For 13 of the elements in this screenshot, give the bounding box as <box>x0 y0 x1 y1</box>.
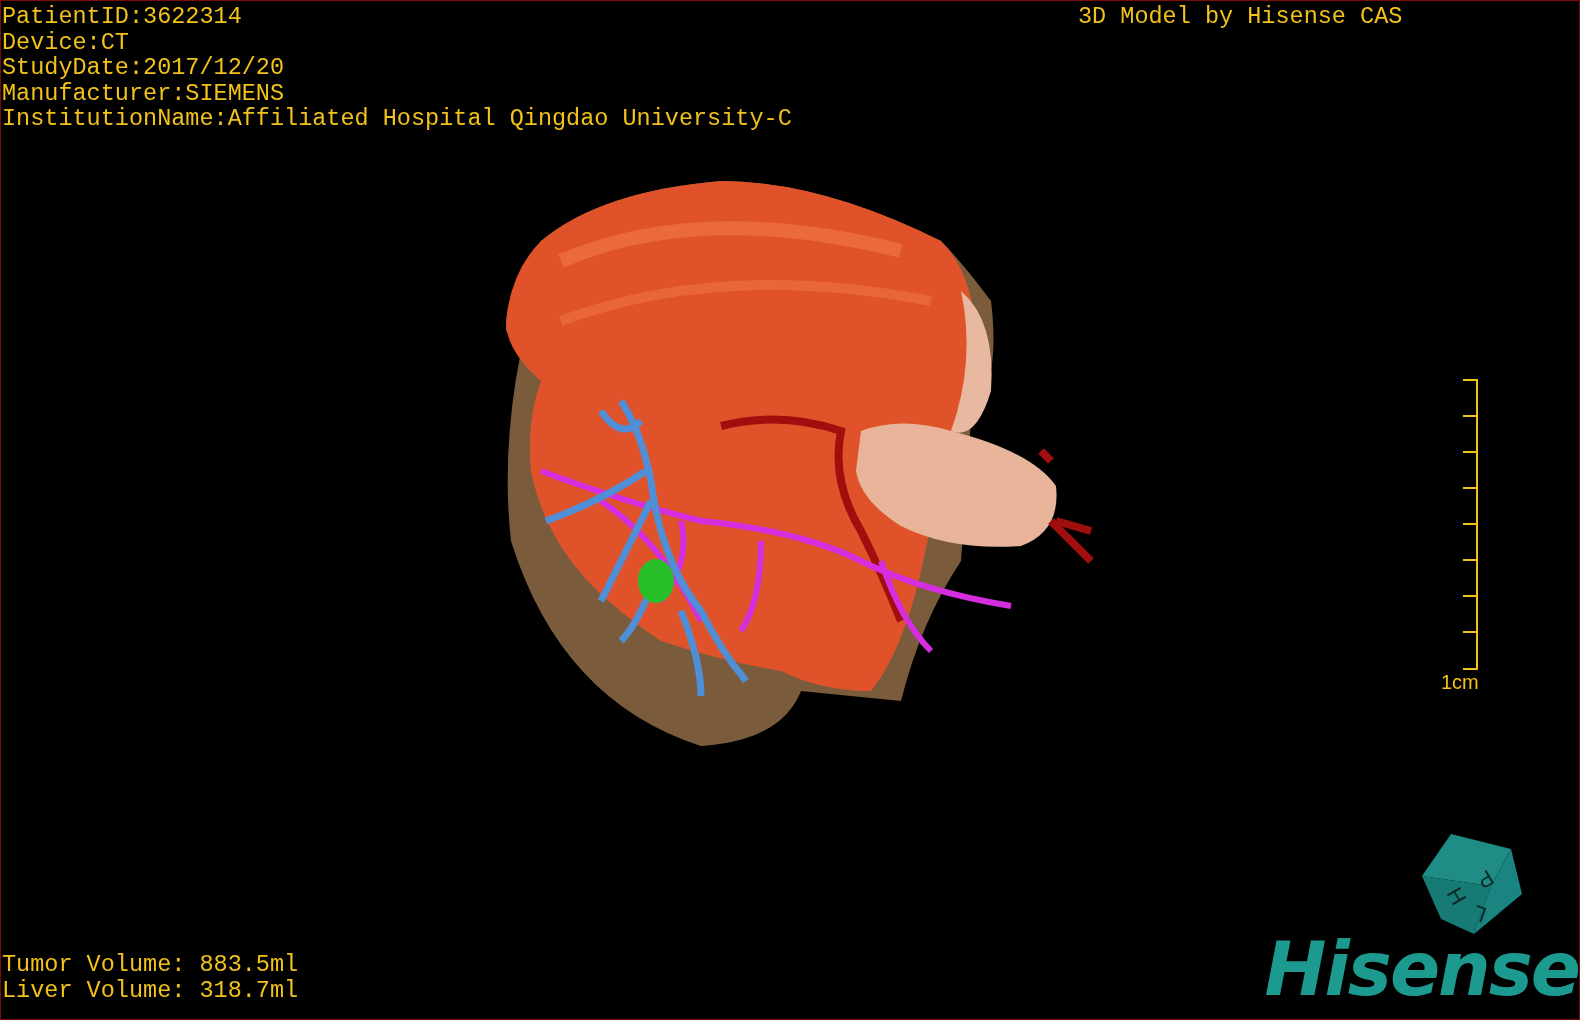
cube-face-label: H <box>1441 883 1472 910</box>
study-info-text: StudyDate:2017/12/20 <box>2 55 286 81</box>
study-info-text: Device:CT <box>2 29 130 55</box>
volume-text: Tumor Volume: 883.5ml <box>2 952 299 978</box>
brand-logo: Hisense <box>1264 929 1579 1009</box>
app-title: 3D Model by Hisense CAS <box>1078 4 1403 30</box>
cube-face-label: L <box>1469 900 1490 928</box>
study-info-text: PatientID:3622314 <box>2 4 243 30</box>
cube-face-label: P <box>1472 864 1498 894</box>
study-info-text: InstitutionName:Affiliated Hospital Qingdao University-C <box>2 106 792 132</box>
volume-text: Liver Volume: 318.7ml <box>2 977 299 1003</box>
scale-label: 1cm <box>1441 671 1480 693</box>
study-info-text: Manufacturer:SIEMENS <box>2 80 286 106</box>
